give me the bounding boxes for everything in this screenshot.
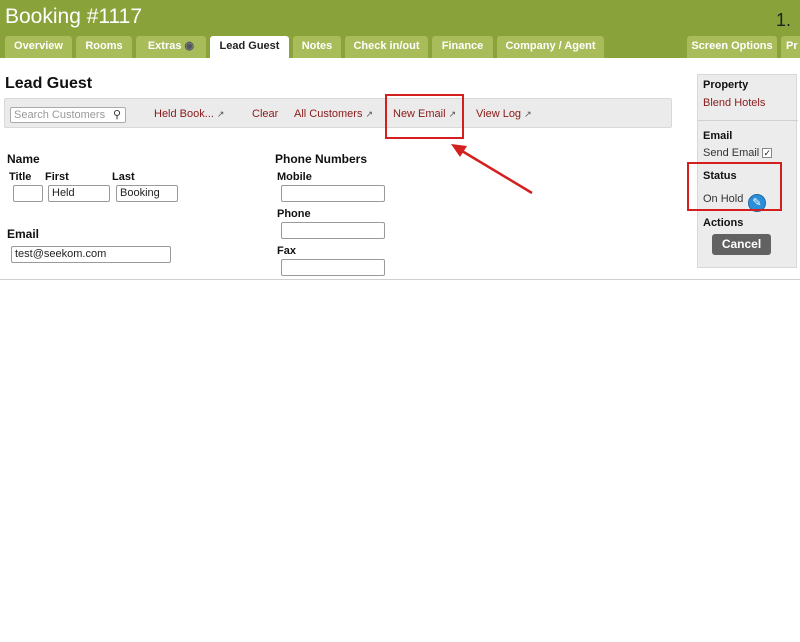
annotation-arrow-icon: [451, 144, 533, 195]
divider: [0, 279, 800, 280]
